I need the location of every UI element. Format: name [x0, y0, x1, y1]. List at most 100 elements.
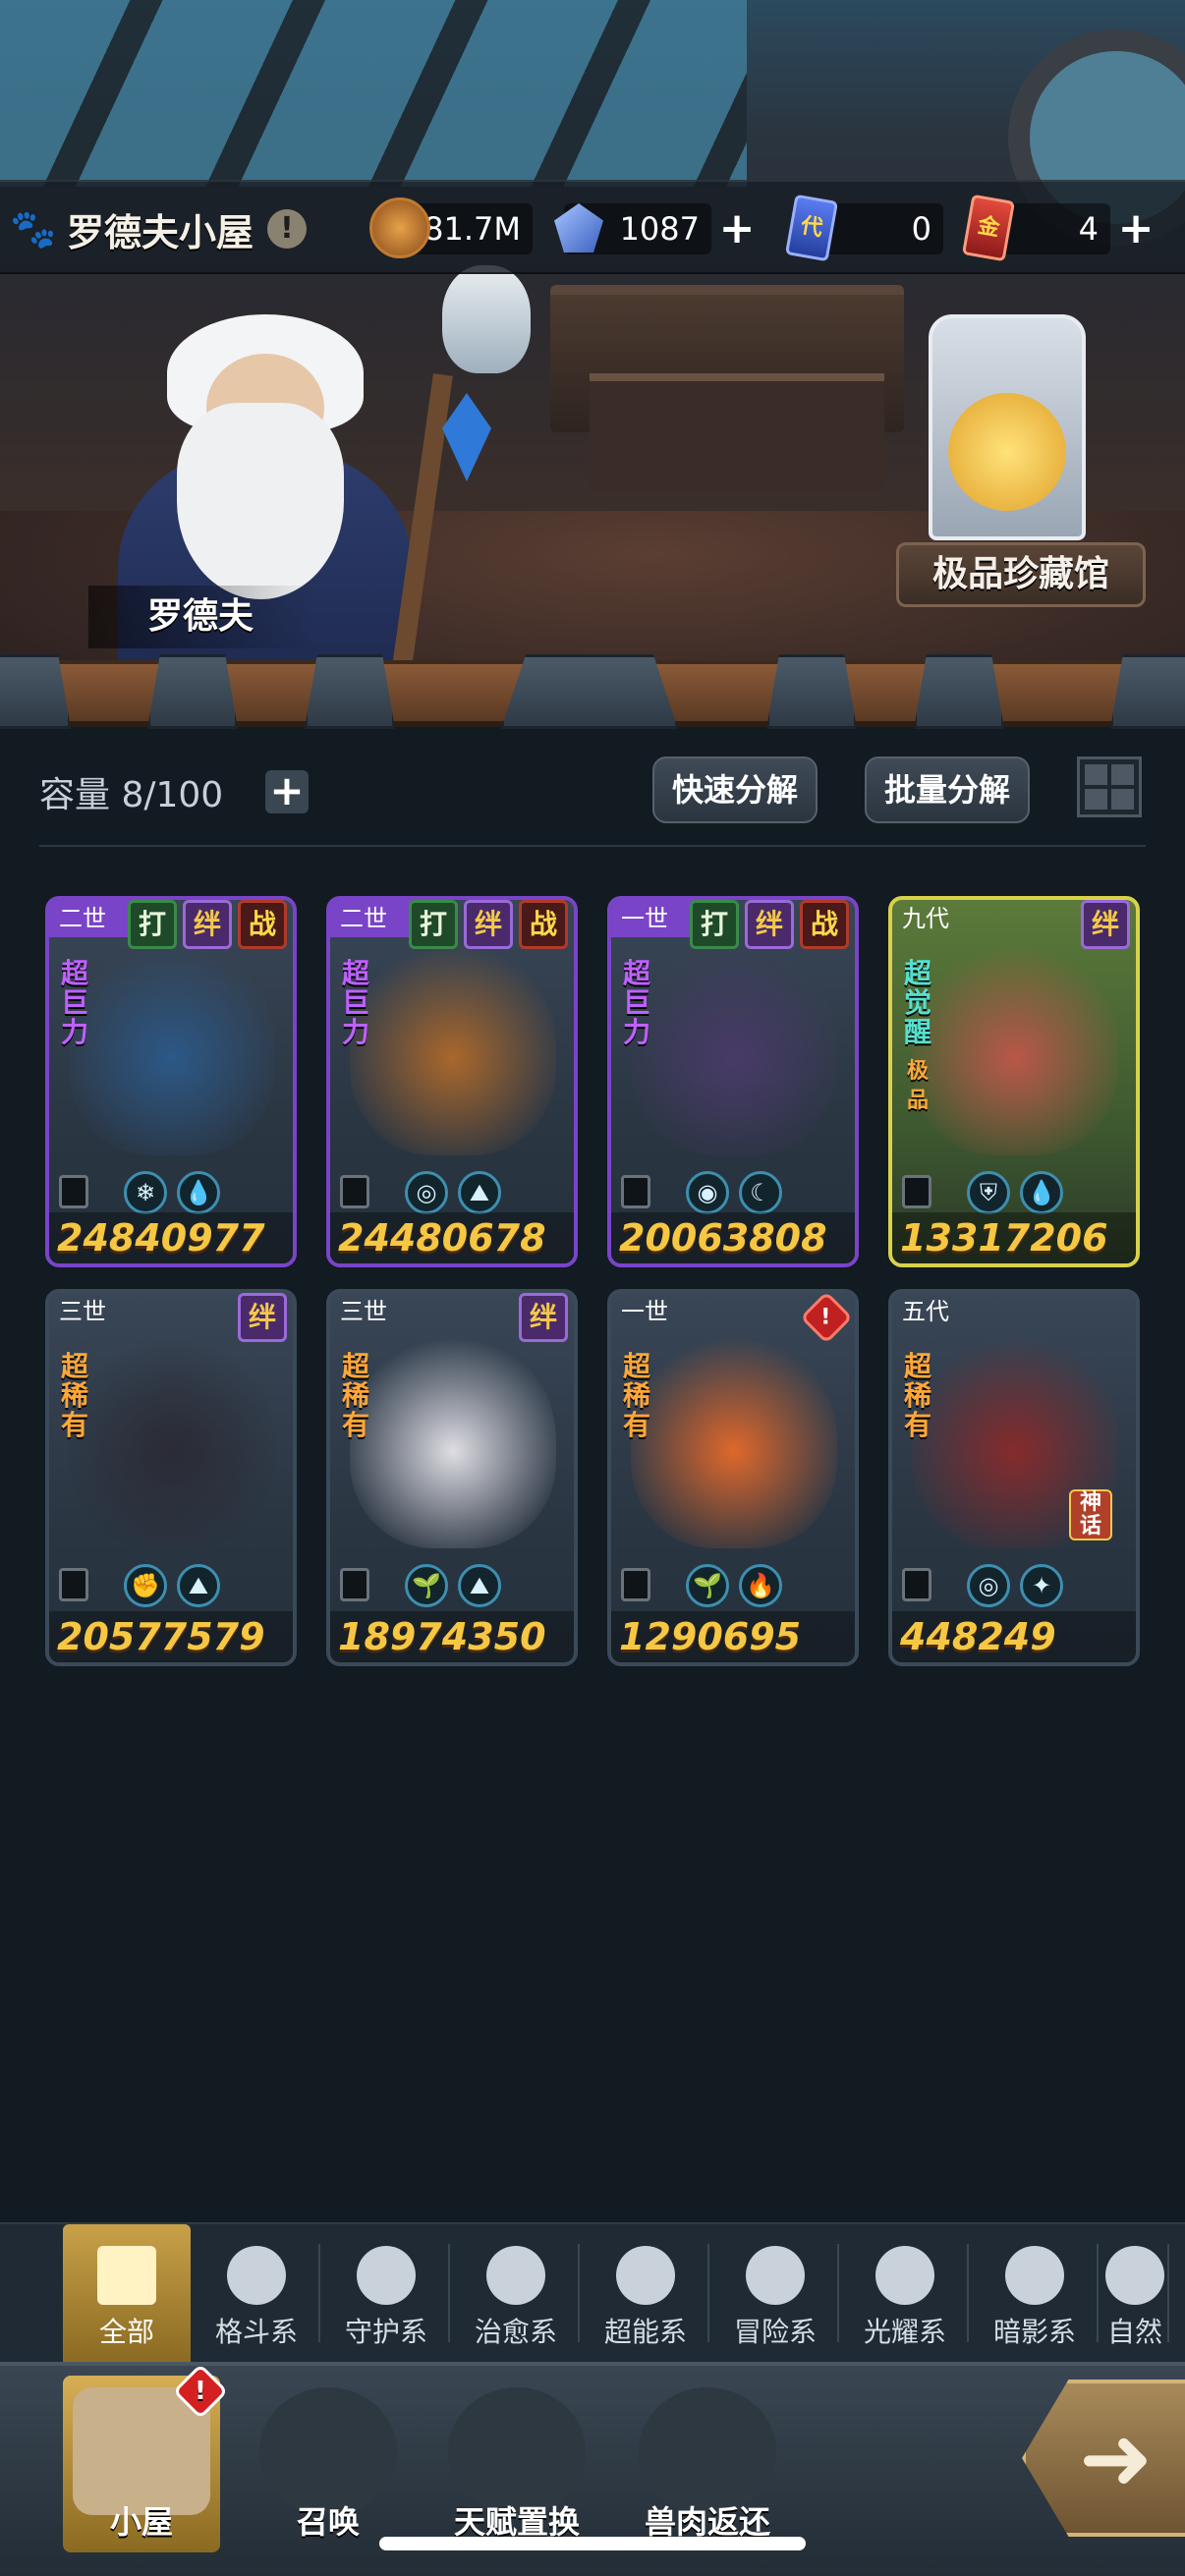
- tab-divider: [318, 2244, 320, 2342]
- category-tab-bar: 全部 格斗系 守护系 治愈系 超能系 冒险系 光耀系 暗影系 自然: [0, 2222, 1185, 2364]
- add-gold-ticket-button[interactable]: +: [1114, 207, 1157, 251]
- generation-label: 三世: [340, 1298, 387, 1325]
- nav-item[interactable]: 天赋置换: [438, 2376, 595, 2552]
- pet-card[interactable]: 五代 超稀有 神话 ◎ ✦ 448249: [888, 1289, 1140, 1666]
- eye-icon: [1005, 2246, 1064, 2305]
- trait-tag: 绊: [519, 1293, 568, 1342]
- nav-item[interactable]: 小屋!: [63, 2363, 229, 2552]
- generation-label: 二世: [49, 900, 138, 937]
- pet-card[interactable]: 一世! 超稀有 🌱 🔥 1290695: [607, 1289, 859, 1666]
- pet-card[interactable]: 二世打绊战超巨力 ◎ ⛰ 24480678: [326, 896, 578, 1267]
- sprout-icon: 🌱: [405, 1564, 448, 1607]
- tab-divider: [448, 2244, 450, 2342]
- eye-icon: ◉: [686, 1171, 729, 1214]
- grid-view-icon[interactable]: [1077, 756, 1142, 817]
- top-resource-bar: 🐾 罗德夫小屋 ! 81.7M 1087 + 代 0 金 4 +: [0, 180, 1185, 274]
- pet-portrait: [350, 939, 556, 1155]
- power-value: 448249: [892, 1611, 1136, 1662]
- trait-tag: 战: [238, 900, 287, 949]
- tab-divider: [837, 2244, 839, 2342]
- capacity-label: 容量 8/100: [39, 775, 224, 815]
- premium-museum-button[interactable]: 极品珍藏馆: [896, 542, 1146, 607]
- category-label: 治愈系: [474, 2316, 557, 2348]
- shield-icon: [357, 2246, 416, 2305]
- guard-icon: ◎: [405, 1171, 448, 1214]
- nav-item[interactable]: 兽肉返还: [629, 2376, 786, 2552]
- pet-card[interactable]: 一世打绊战超巨力 ◉ ☾ 20063808: [607, 896, 859, 1267]
- lock-icon[interactable]: [621, 1175, 650, 1208]
- tab-divider: [967, 2244, 969, 2342]
- nav-label: 小屋: [109, 2503, 173, 2541]
- pet-card[interactable]: 三世 绊超稀有 🌱 ⛰ 18974350: [326, 1289, 578, 1666]
- nav-item[interactable]: 召唤: [250, 2376, 407, 2552]
- generation-label: 三世: [59, 1298, 106, 1325]
- category-tab[interactable]: 冒险系: [711, 2224, 839, 2364]
- power-value: 18974350: [330, 1611, 574, 1662]
- pet-card[interactable]: 九代 绊超觉醒 极品 ⛨ 💧 13317206: [888, 896, 1140, 1267]
- info-icon[interactable]: !: [267, 209, 308, 249]
- power-value: 20577579: [49, 1611, 293, 1662]
- rarity-label: 超觉醒: [903, 957, 931, 1048]
- golden-trophy-icon: [948, 393, 1066, 511]
- pet-portrait: [69, 1332, 275, 1548]
- lock-icon[interactable]: [340, 1175, 369, 1208]
- window-background: [0, 0, 747, 187]
- rarity-label: 超稀有: [903, 1350, 931, 1441]
- rarity-label: 超稀有: [341, 1350, 369, 1441]
- pet-portrait: [631, 939, 837, 1155]
- earth-icon: ⛰: [458, 1564, 501, 1607]
- alien-icon: [616, 2246, 675, 2305]
- category-tab[interactable]: 格斗系: [193, 2224, 320, 2364]
- swap-icon: [448, 2387, 586, 2515]
- coin-icon: [369, 197, 430, 258]
- water-icon: 💧: [177, 1171, 220, 1214]
- crystal-counter: 1087 +: [564, 203, 755, 254]
- sprout-icon: 🌱: [686, 1564, 729, 1607]
- card-ticket-counter: 代 0: [784, 194, 943, 262]
- house-title: 🐾 罗德夫小屋 !: [10, 196, 308, 262]
- rarity-label: 超巨力: [622, 957, 650, 1048]
- lock-icon[interactable]: [59, 1175, 88, 1208]
- generation-label: 五代: [902, 1298, 949, 1325]
- moon-icon: ☾: [739, 1171, 782, 1214]
- gold-card-icon: 金: [961, 194, 1016, 262]
- category-tab[interactable]: 自然: [1100, 2224, 1169, 2364]
- power-value: 13317206: [892, 1212, 1136, 1263]
- coin-value: 81.7M: [423, 210, 521, 248]
- category-tab[interactable]: 暗影系: [971, 2224, 1099, 2364]
- category-tab[interactable]: 守护系: [322, 2224, 450, 2364]
- arrow-right-icon: ➜: [1079, 2407, 1154, 2510]
- trait-tag: 打: [409, 900, 458, 949]
- trait-tag: 绊: [238, 1293, 287, 1342]
- earth-icon: ⛰: [458, 1171, 501, 1214]
- lock-icon[interactable]: [902, 1175, 931, 1208]
- rarity-label: 超巨力: [60, 957, 88, 1048]
- power-value: 20063808: [611, 1212, 855, 1263]
- home-indicator: [379, 2537, 806, 2550]
- category-label: 超能系: [603, 2316, 687, 2348]
- egg-icon: [259, 2387, 397, 2515]
- generation-label: 一世: [611, 900, 700, 937]
- quick-decompose-button[interactable]: 快速分解: [652, 756, 818, 823]
- batch-decompose-button[interactable]: 批量分解: [865, 756, 1030, 823]
- sprout-icon: [486, 2246, 545, 2305]
- category-tab[interactable]: 全部: [63, 2224, 191, 2364]
- pet-card[interactable]: 三世 绊超稀有 ✊ ⛰ 20577579: [45, 1289, 297, 1666]
- tab-divider: [707, 2244, 709, 2342]
- tab-divider: [1167, 2244, 1169, 2342]
- expand-capacity-button[interactable]: +: [265, 770, 309, 813]
- trait-tag: 绊: [464, 900, 513, 949]
- pet-card[interactable]: 二世打绊战超巨力 ❄ 💧 24840977: [45, 896, 297, 1267]
- lock-icon[interactable]: [902, 1568, 931, 1601]
- lock-icon[interactable]: [621, 1568, 650, 1601]
- category-tab[interactable]: 治愈系: [452, 2224, 580, 2364]
- staff-gem: [442, 393, 491, 481]
- shield-icon: ⛨: [967, 1171, 1010, 1214]
- lock-icon[interactable]: [340, 1568, 369, 1601]
- fist-icon: ✊: [124, 1564, 167, 1607]
- category-tab[interactable]: 超能系: [582, 2224, 709, 2364]
- add-crystal-button[interactable]: +: [715, 207, 759, 251]
- rarity-label: 超稀有: [622, 1350, 650, 1441]
- category-tab[interactable]: 光耀系: [841, 2224, 969, 2364]
- lock-icon[interactable]: [59, 1568, 88, 1601]
